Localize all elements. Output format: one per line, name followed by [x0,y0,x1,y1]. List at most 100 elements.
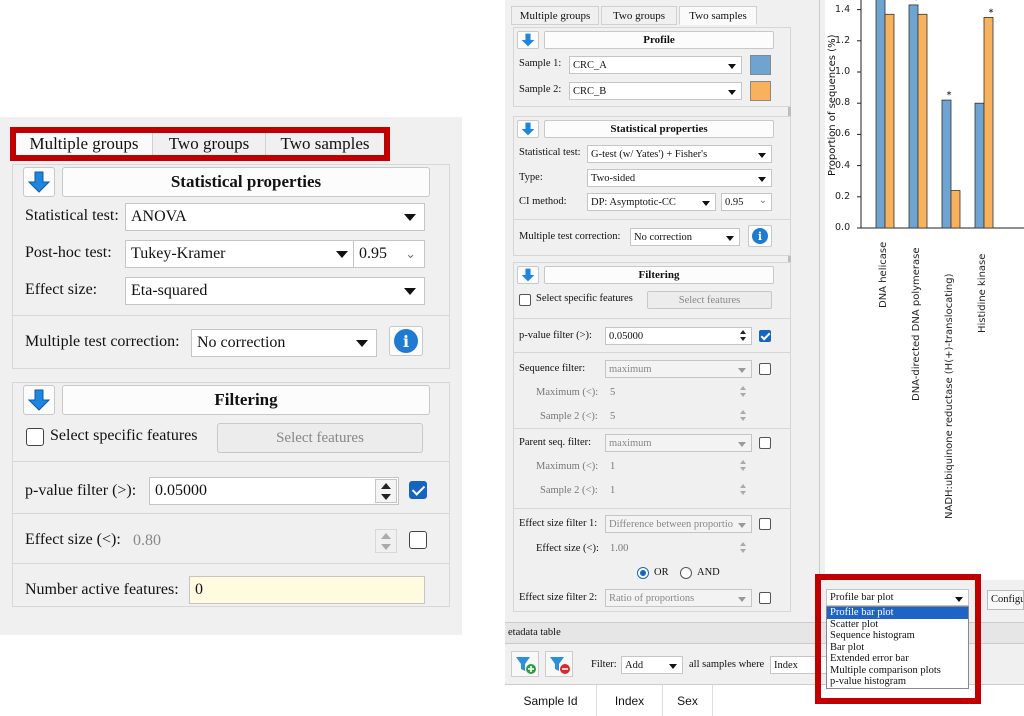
chevron-down-icon [738,597,746,602]
maximum-spinner[interactable] [738,384,750,400]
collapse-button[interactable] [23,385,55,415]
sample2-spinner[interactable] [738,408,750,424]
spin-up-icon [381,533,391,539]
p-value-checkbox[interactable] [409,481,427,499]
filter-select[interactable]: Add [621,656,683,674]
plot-option[interactable]: Profile bar plot [827,607,968,619]
info-button[interactable]: i [748,225,772,247]
effect-size-value[interactable]: 1.00 [610,543,628,554]
and-radio[interactable] [680,567,692,579]
splitter[interactable] [819,0,820,580]
effect1-select[interactable]: Difference between proportio [605,515,752,533]
p-value-spinner[interactable] [738,328,750,344]
x-tick-label: NADH:ubiquinone reductase (H(+)-transloc… [944,273,955,520]
effect-size-checkbox[interactable] [409,531,427,549]
divider [514,318,790,319]
statistical-test-select[interactable]: ANOVA [125,203,425,231]
or-radio[interactable] [637,567,649,579]
p-value-input[interactable]: 0.05000 [149,477,399,505]
select-specific-checkbox[interactable] [26,428,44,446]
chevron-down-icon [336,251,348,258]
select-features-button[interactable]: Select features [217,423,423,453]
parent-seq-select[interactable]: maximum [605,434,752,452]
tab-multiple-groups[interactable]: Multiple groups [511,6,599,25]
tab-multiple-groups[interactable]: Multiple groups [16,133,153,155]
ci-value-select[interactable]: 0.95 ⌄ [721,193,772,211]
p-value-checkbox[interactable] [759,330,771,342]
plot-option[interactable]: p-value histogram [827,676,968,688]
select-features-button[interactable]: Select features [647,291,772,309]
spin-down-icon [381,544,391,550]
plot-option[interactable]: Sequence histogram [827,630,968,642]
column-header-sample-id[interactable]: Sample Id [505,685,597,716]
spin-up-icon [381,483,391,489]
collapse-button[interactable] [517,31,539,49]
parent-max-value[interactable]: 1 [610,461,615,472]
sample2-select[interactable]: CRC_B [569,82,742,100]
effect-size-spinner[interactable] [375,529,397,553]
sequence-filter-select[interactable]: maximum [605,360,752,378]
column-header-sex[interactable]: Sex [663,685,713,716]
effect1-checkbox[interactable] [759,518,771,530]
tab-two-samples[interactable]: Two samples [679,6,757,25]
column-header-index[interactable]: Index [597,685,663,716]
sample2-color-swatch[interactable] [750,81,771,101]
effect2-checkbox[interactable] [759,592,771,604]
sample1-select[interactable]: CRC_A [569,56,742,74]
chevron-down-icon [404,214,416,221]
effect-size-value: Eta-squared [131,282,208,299]
p-value-spinner[interactable] [375,479,397,503]
effect-size-select[interactable]: Eta-squared [125,277,425,305]
y-tick-label: 0.8 [835,97,851,109]
collapse-button[interactable] [23,167,55,197]
collapse-button[interactable] [517,120,539,138]
plot-option[interactable]: Scatter plot [827,619,968,631]
sample2-filter-value[interactable]: 5 [610,411,615,422]
effect2-select[interactable]: Ratio of proportions [605,589,752,607]
ci-method-select[interactable]: DP: Asymptotic-CC [587,193,716,211]
add-filter-button[interactable] [511,651,539,677]
down-arrow-icon [521,33,535,47]
collapse-button[interactable] [517,266,539,284]
configure-button[interactable]: Configure [987,590,1024,610]
type-select[interactable]: Two-sided [587,169,772,187]
effect-size-label: Effect size: [25,281,98,298]
effect-size-input[interactable]: 0.80 [127,527,399,555]
statistical-properties-header[interactable]: Statistical properties [62,167,430,197]
remove-filter-button[interactable] [545,651,573,677]
plot-option[interactable]: Multiple comparison plots [827,665,968,677]
tab-two-groups[interactable]: Two groups [153,133,266,155]
statistical-properties-header[interactable]: Statistical properties [544,120,774,138]
multiple-test-select[interactable]: No correction [630,228,740,246]
maximum-value[interactable]: 5 [610,387,615,398]
effect-size-spinner[interactable] [738,540,750,556]
significance-marker: * [914,0,919,6]
plot-type-select[interactable]: Profile bar plot [826,589,969,606]
parent-seq-checkbox[interactable] [759,437,771,449]
parent-sample2-value[interactable]: 1 [610,485,615,496]
tab-two-groups[interactable]: Two groups [601,6,677,25]
where-label: all samples where [689,659,765,670]
filtering-header[interactable]: Filtering [544,266,774,284]
statistical-test-value: G-test (w/ Yates') + Fisher's [591,148,708,160]
y-tick-label: 1.2 [835,34,851,46]
maximum-label: Maximum (<): [536,387,599,398]
p-value-input[interactable]: 0.05000 [605,327,752,345]
sequence-filter-checkbox[interactable] [759,363,771,375]
profile-header[interactable]: Profile [544,31,774,49]
plot-option[interactable]: Bar plot [827,642,968,654]
parent-max-spinner[interactable] [738,458,750,474]
post-hoc-select[interactable]: Tukey-Kramer [125,240,357,268]
sample1-color-swatch[interactable] [750,55,771,75]
statistical-test-select[interactable]: G-test (w/ Yates') + Fisher's [587,145,772,163]
tab-two-samples[interactable]: Two samples [266,133,384,155]
post-hoc-ci-select[interactable]: 0.95 ⌄ [353,240,425,268]
info-button[interactable]: i [389,326,423,356]
multiple-test-label: Multiple test correction: [25,333,180,350]
plot-option[interactable]: Extended error bar [827,653,968,665]
filtering-header[interactable]: Filtering [62,385,430,415]
multiple-test-select[interactable]: No correction [191,329,377,357]
parent-sample2-spinner[interactable] [738,482,750,498]
select-specific-checkbox[interactable] [519,294,531,306]
parent-seq-label: Parent seq. filter: [519,437,592,448]
